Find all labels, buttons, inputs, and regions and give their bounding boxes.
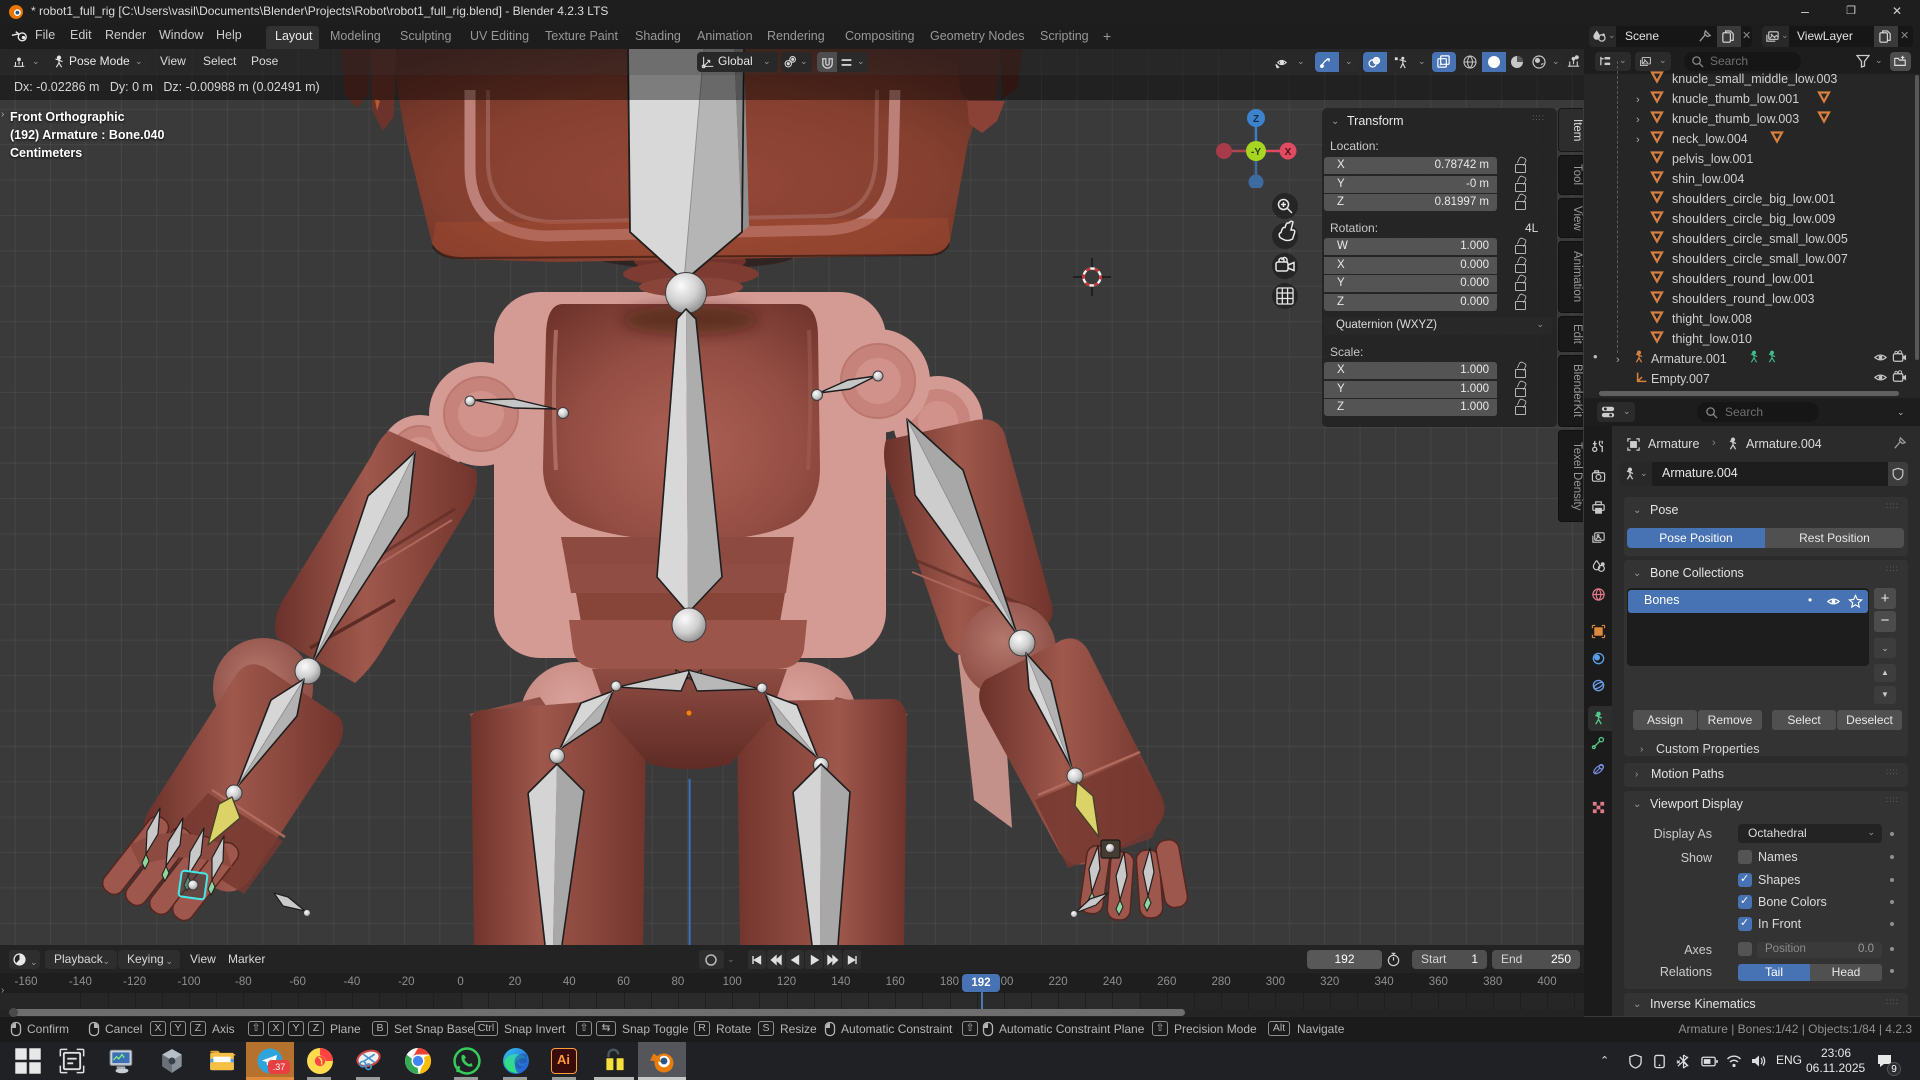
svg-text:-Y: -Y: [1251, 147, 1261, 158]
svg-text:X: X: [1285, 147, 1292, 158]
svg-text:Z: Z: [1253, 114, 1259, 125]
